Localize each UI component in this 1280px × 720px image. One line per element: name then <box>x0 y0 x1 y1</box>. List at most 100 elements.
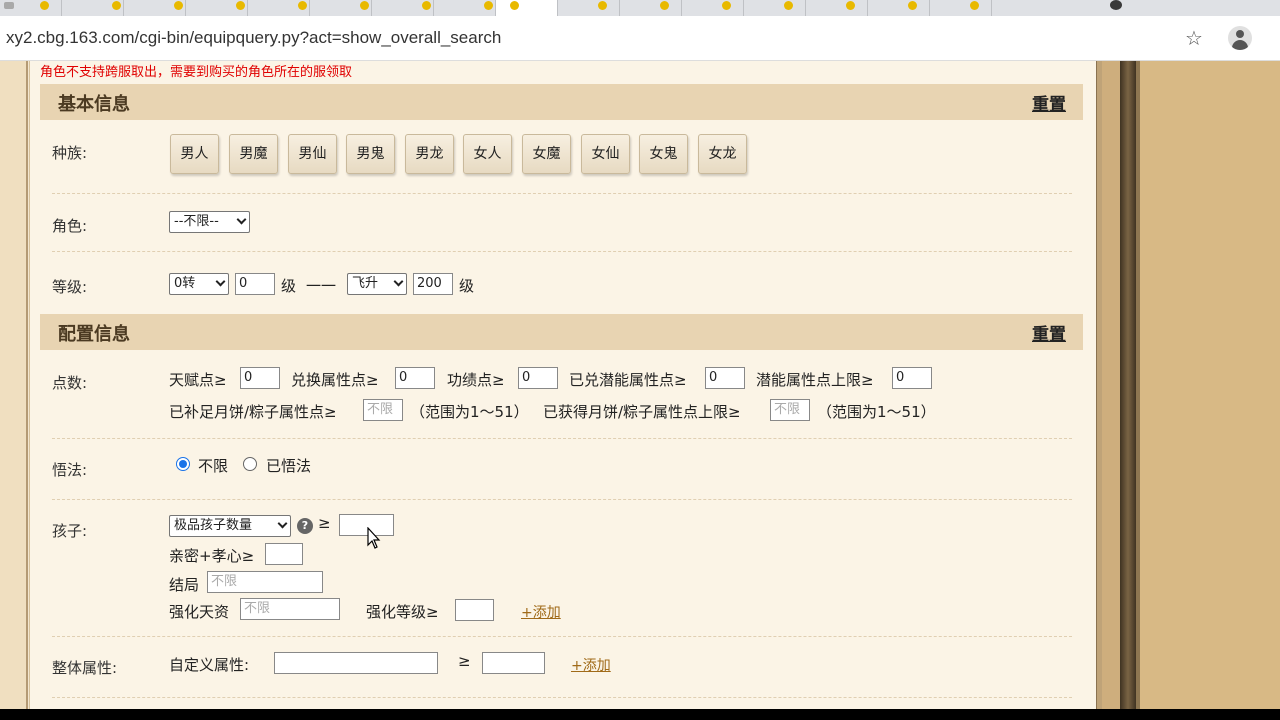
chevron-down-icon <box>393 276 404 287</box>
enlight-done-radio[interactable] <box>243 457 257 471</box>
potential-input[interactable]: 0 <box>705 367 745 389</box>
browser-tab-strip <box>0 0 1280 16</box>
child-label: 孩子: <box>52 522 88 540</box>
race-button[interactable]: 女龙 <box>698 134 747 174</box>
account-icon[interactable] <box>1228 26 1252 50</box>
ending-label: 结局 <box>169 576 200 594</box>
exchange-label: 兑换属性点≥ <box>291 371 379 389</box>
level-to-select-value: 飞升 <box>352 276 379 291</box>
help-icon[interactable]: ? <box>297 518 313 534</box>
browser-tab[interactable] <box>310 0 372 16</box>
browser-tab[interactable] <box>248 0 310 16</box>
level-to-input[interactable]: 200 <box>413 273 453 295</box>
browser-tab[interactable] <box>744 0 806 16</box>
strength-talent-label: 强化天资 <box>169 603 230 621</box>
browser-tab[interactable] <box>930 0 992 16</box>
star-icon[interactable]: ☆ <box>1183 27 1205 49</box>
url-field[interactable]: xy2.cbg.163.com/cgi-bin/equipquery.py?ac… <box>6 28 501 48</box>
chevron-down-icon <box>277 518 288 529</box>
browser-tab[interactable] <box>868 0 930 16</box>
browser-tab[interactable] <box>62 0 124 16</box>
bottom-bar <box>0 709 1280 720</box>
enlight-any-radio[interactable] <box>176 457 190 471</box>
divider <box>52 636 1072 637</box>
child-geq: ≥ <box>318 514 331 532</box>
race-button[interactable]: 女鬼 <box>639 134 688 174</box>
add-overall-filter-link[interactable]: +添加 <box>571 655 611 675</box>
window-control-icon[interactable] <box>1110 0 1122 10</box>
section-title: 基本信息 <box>58 94 130 115</box>
ending-input[interactable]: 不限 <box>207 571 323 593</box>
browser-tab[interactable] <box>806 0 868 16</box>
chevron-down-icon <box>236 214 247 225</box>
race-button[interactable]: 女仙 <box>581 134 630 174</box>
strength-level-input[interactable] <box>455 599 494 621</box>
race-button[interactable]: 男魔 <box>229 134 278 174</box>
child-select-value: 极品孩子数量 <box>174 518 253 533</box>
divider <box>52 438 1072 439</box>
divider <box>52 697 1072 698</box>
warning-text: 角色不支持跨服取出，需要到购买的角色所在的服领取 <box>40 65 353 80</box>
level-from-select-value: 0转 <box>174 276 196 291</box>
potential-label: 已兑潜能属性点≥ <box>569 371 687 389</box>
race-label: 种族: <box>52 144 88 162</box>
divider <box>52 499 1072 500</box>
race-button[interactable]: 男人 <box>170 134 219 174</box>
race-button[interactable]: 男鬼 <box>346 134 395 174</box>
mooncake-label: 已补足月饼/粽子属性点≥ <box>169 403 337 421</box>
race-button[interactable]: 女人 <box>463 134 512 174</box>
merit-label: 功绩点≥ <box>447 371 505 389</box>
custom-attr-value-input[interactable] <box>482 652 545 674</box>
right-decoration <box>1096 61 1280 709</box>
role-label: 角色: <box>52 217 88 235</box>
role-select-value: --不限-- <box>174 214 219 229</box>
basic-info-header: 基本信息 重置 <box>40 84 1083 120</box>
level-to-select[interactable]: 飞升 <box>347 273 407 295</box>
exchange-input[interactable]: 0 <box>395 367 435 389</box>
mooncake-cap-range: （范围为1～51） <box>817 403 936 421</box>
potential-cap-input[interactable]: 0 <box>892 367 932 389</box>
mooncake-input[interactable]: 不限 <box>363 399 403 421</box>
browser-tab-active[interactable] <box>496 0 558 16</box>
mooncake-range: （范围为1～51） <box>410 403 529 421</box>
browser-tab[interactable] <box>620 0 682 16</box>
level-from-select[interactable]: 0转 <box>169 273 229 295</box>
mooncake-cap-label: 已获得月饼/粽子属性点上限≥ <box>543 403 741 421</box>
race-button[interactable]: 男龙 <box>405 134 454 174</box>
strength-level-label: 强化等级≥ <box>366 603 439 621</box>
talent-input[interactable]: 0 <box>240 367 280 389</box>
browser-tab[interactable] <box>0 0 62 16</box>
browser-tab[interactable] <box>434 0 496 16</box>
level-from-input[interactable]: 0 <box>235 273 275 295</box>
level-label: 等级: <box>52 278 88 296</box>
mooncake-cap-input[interactable]: 不限 <box>770 399 810 421</box>
intimacy-input[interactable] <box>265 543 303 565</box>
browser-tab[interactable] <box>186 0 248 16</box>
custom-attr-input[interactable] <box>274 652 438 674</box>
overall-label: 整体属性: <box>52 659 118 677</box>
enlight-any-label: 不限 <box>198 457 229 475</box>
merit-input[interactable]: 0 <box>518 367 558 389</box>
custom-attr-label: 自定义属性: <box>169 656 250 674</box>
child-select[interactable]: 极品孩子数量 <box>169 515 291 537</box>
search-form: 角色不支持跨服取出，需要到购买的角色所在的服领取 基本信息 重置 种族: 男人 … <box>30 61 1096 709</box>
points-label: 点数: <box>52 374 88 392</box>
level-dash: 一一 <box>306 277 337 295</box>
browser-tab[interactable] <box>682 0 744 16</box>
browser-tab[interactable] <box>372 0 434 16</box>
race-button[interactable]: 男仙 <box>288 134 337 174</box>
enlight-done-label: 已悟法 <box>266 457 312 475</box>
browser-tab[interactable] <box>124 0 186 16</box>
role-select[interactable]: --不限-- <box>169 211 250 233</box>
reset-basic-link[interactable]: 重置 <box>1032 90 1066 115</box>
add-child-filter-link[interactable]: +添加 <box>521 602 561 622</box>
mouse-cursor-icon <box>367 527 381 549</box>
left-decoration <box>0 61 31 709</box>
reset-config-link[interactable]: 重置 <box>1032 320 1066 345</box>
address-bar: xy2.cbg.163.com/cgi-bin/equipquery.py?ac… <box>0 16 1280 61</box>
browser-tab[interactable] <box>558 0 620 16</box>
divider <box>52 251 1072 252</box>
strength-talent-input[interactable]: 不限 <box>240 598 340 620</box>
race-button[interactable]: 女魔 <box>522 134 571 174</box>
section-title: 配置信息 <box>58 324 130 345</box>
